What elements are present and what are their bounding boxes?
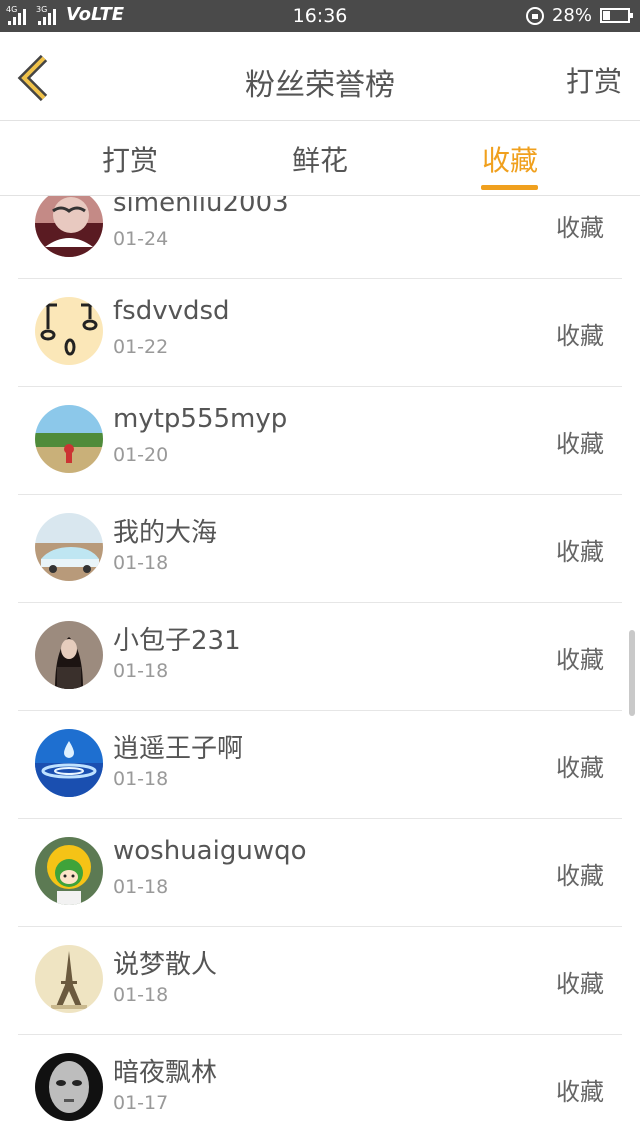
user-name: 逍遥王子啊 [113,734,244,764]
list-item[interactable]: 说梦散人 01-18 收藏 [18,926,622,1035]
list-item[interactable]: woshuaiguwqo 01-18 收藏 [18,818,622,927]
entry-type: 收藏 [556,538,604,566]
scrollbar[interactable] [629,630,635,716]
list-item[interactable]: simenliu2003 01-24 收藏 [18,196,622,279]
list-item[interactable]: 我的大海 01-18 收藏 [18,494,622,603]
list-item[interactable]: 逍遥王子啊 01-18 收藏 [18,710,622,819]
battery-percent: 28% [551,5,592,26]
page-title: 粉丝荣誉榜 [245,68,395,103]
entry-type: 收藏 [556,646,604,674]
fans-list: simenliu2003 01-24 收藏 fsdvvdsd 01-22 收藏 [0,196,640,1138]
entry-type: 收藏 [556,754,604,782]
list-item[interactable]: 小包子231 01-18 收藏 [18,602,622,711]
mask-face-icon [35,1053,103,1121]
avatar-photo-icon [35,196,103,257]
user-name: 暗夜飘林 [113,1058,218,1088]
tab-flowers[interactable]: 鲜花 [260,139,380,179]
entry-type: 收藏 [556,1078,604,1106]
status-bar: 4G 3G VoLTE 16:36 28% [0,0,640,32]
water-drop-icon [35,729,103,797]
car-photo-icon [35,513,103,581]
entry-date: 01-18 [113,660,169,682]
list-item[interactable]: fsdvvdsd 01-22 收藏 [18,278,622,387]
entry-type: 收藏 [556,970,604,998]
eiffel-tower-icon [35,945,103,1013]
user-name: woshuaiguwqo [113,836,307,866]
battery-icon [600,8,633,23]
user-name: 说梦散人 [113,950,218,980]
user-name: 我的大海 [113,518,218,548]
entry-date: 01-24 [113,228,169,250]
entry-date: 01-18 [113,984,169,1006]
cartoon-character-icon [35,837,103,905]
rotation-lock-icon [525,6,544,25]
tab-bar: 打赏 鲜花 收藏 [0,121,640,196]
list-item[interactable]: 暗夜飘林 01-17 收藏 [18,1034,622,1138]
landscape-photo-icon [35,405,103,473]
cartoon-face-icon [35,297,103,365]
entry-date: 01-22 [113,336,169,358]
entry-type: 收藏 [556,214,604,242]
user-name: mytp555myp [113,404,288,434]
entry-type: 收藏 [556,322,604,350]
entry-date: 01-18 [113,552,169,574]
entry-date: 01-18 [113,876,169,898]
active-tab-indicator [481,185,538,190]
user-name: fsdvvdsd [113,296,230,326]
entry-date: 01-18 [113,768,169,790]
status-right: 28% [525,5,633,26]
user-name: simenliu2003 [113,196,289,218]
reward-button[interactable]: 打赏 [566,60,622,100]
tab-favorites[interactable]: 收藏 [450,139,570,179]
list-item[interactable]: mytp555myp 01-20 收藏 [18,386,622,495]
entry-type: 收藏 [556,430,604,458]
tab-reward[interactable]: 打赏 [70,139,190,179]
portrait-photo-icon [35,621,103,689]
user-name: 小包子231 [113,626,241,656]
entry-date: 01-17 [113,1092,169,1114]
entry-type: 收藏 [556,862,604,890]
app-header: 粉丝荣誉榜 打赏 [0,32,640,121]
entry-date: 01-20 [113,444,169,466]
